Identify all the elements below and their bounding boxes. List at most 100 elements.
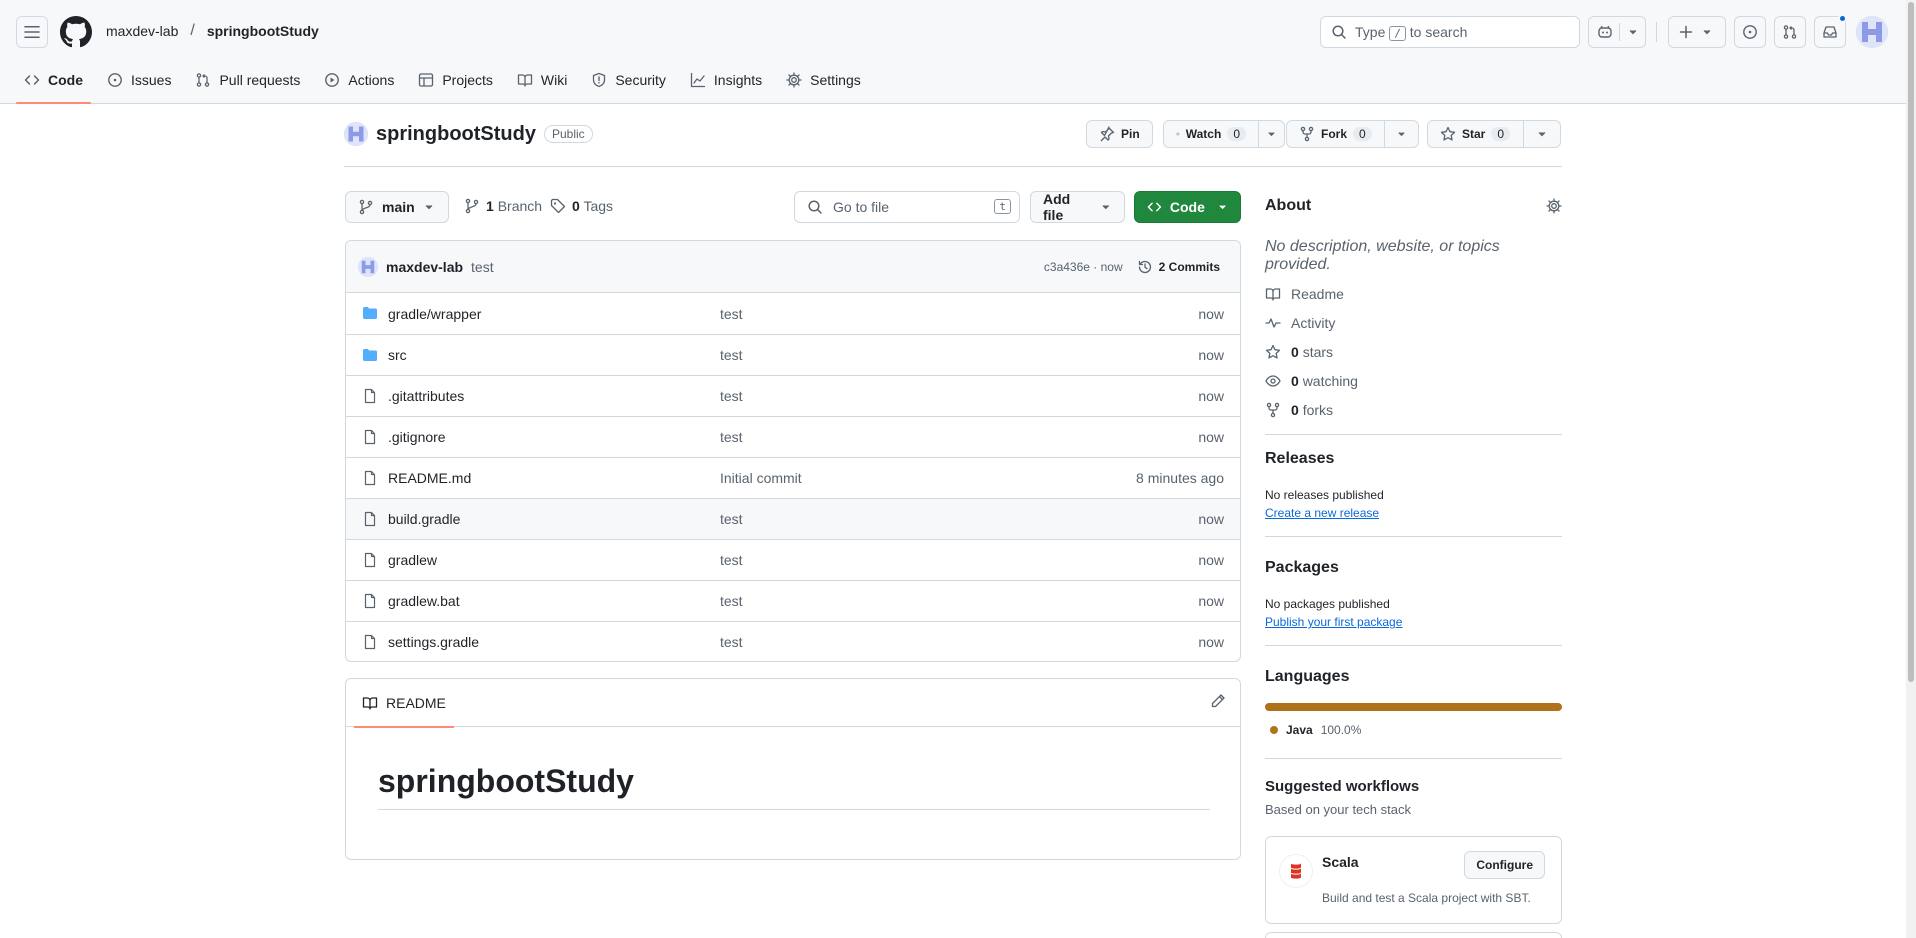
file-icon (362, 388, 378, 404)
search-icon (808, 200, 822, 214)
tags-link[interactable]: 0 Tags (550, 198, 613, 214)
commits-link[interactable]: 2 Commits (1137, 259, 1220, 275)
file-icon (362, 552, 378, 568)
fork-dropdown[interactable] (1385, 120, 1419, 148)
file-row[interactable]: gradlew test now (346, 539, 1240, 580)
repo-name[interactable]: springbootStudy (376, 123, 536, 146)
star-count: 0 (1491, 127, 1511, 141)
star-button[interactable]: Star 0 (1427, 120, 1524, 148)
watching-link[interactable]: 0 watching (1265, 373, 1358, 389)
pin-button[interactable]: Pin (1086, 120, 1153, 148)
commit-hash-time[interactable]: c3a436e · now (1044, 260, 1123, 274)
file-commit-message[interactable]: test (720, 429, 743, 445)
language-name: Java (1286, 723, 1313, 737)
tab-wiki[interactable]: Wiki (509, 64, 575, 96)
file-commit-message[interactable]: test (720, 552, 743, 568)
search-input[interactable]: Type / to search (1320, 16, 1580, 48)
tab-pull-requests[interactable]: Pull requests (187, 64, 308, 96)
chevron-down-icon (1268, 132, 1275, 137)
language-item[interactable]: Java 100.0% (1270, 723, 1361, 737)
fork-icon (1300, 126, 1314, 142)
branch-icon (465, 198, 479, 214)
copilot-button[interactable] (1588, 16, 1646, 48)
stars-count: 0 (1291, 344, 1299, 360)
tag-count: 0 (572, 198, 580, 214)
releases-heading[interactable]: Releases (1265, 450, 1334, 468)
commit-author-avatar[interactable] (358, 256, 378, 277)
breadcrumb-owner[interactable]: maxdev-lab (106, 23, 178, 39)
user-avatar[interactable] (1856, 16, 1888, 48)
file-commit-message[interactable]: Initial commit (720, 470, 802, 486)
fork-button[interactable]: Fork 0 (1286, 120, 1385, 148)
file-icon (362, 511, 378, 527)
readme-link[interactable]: Readme (1265, 286, 1344, 302)
create-release-link[interactable]: Create a new release (1265, 506, 1379, 520)
star-dropdown[interactable] (1524, 120, 1561, 148)
scrollbar-thumb[interactable] (1908, 2, 1914, 682)
tab-issues[interactable]: Issues (99, 64, 179, 96)
file-row[interactable]: src test now (346, 334, 1240, 375)
file-row[interactable]: build.gradle test now (346, 498, 1240, 539)
issues-button[interactable] (1734, 16, 1766, 48)
file-commit-message[interactable]: test (720, 593, 743, 609)
breadcrumb-repo[interactable]: springbootStudy (207, 23, 319, 39)
file-row[interactable]: settings.gradle test now (346, 621, 1240, 661)
tab-insights[interactable]: Insights (682, 64, 770, 96)
identicon-icon (358, 256, 378, 277)
create-new-button[interactable] (1668, 16, 1726, 48)
github-logo-icon[interactable] (60, 16, 92, 48)
stars-link[interactable]: 0 stars (1265, 344, 1333, 360)
tab-security[interactable]: Security (583, 64, 674, 96)
watch-dropdown[interactable] (1259, 120, 1285, 148)
add-file-button[interactable]: Add file (1030, 191, 1125, 223)
branches-link[interactable]: 1 Branch (464, 198, 542, 214)
file-row[interactable]: gradlew.bat test now (346, 580, 1240, 621)
file-name-link[interactable]: .gitattributes (388, 388, 464, 404)
file-name-link[interactable]: .gitignore (388, 429, 446, 445)
tab-actions[interactable]: Actions (316, 64, 402, 96)
book-icon (362, 697, 378, 710)
branch-select[interactable]: main (345, 191, 449, 223)
packages-heading[interactable]: Packages (1265, 559, 1339, 577)
file-row[interactable]: .gitignore test now (346, 416, 1240, 457)
file-commit-message[interactable]: test (720, 347, 743, 363)
tab-settings[interactable]: Settings (778, 64, 869, 96)
publish-package-link[interactable]: Publish your first package (1265, 615, 1402, 629)
file-name-link[interactable]: gradle/wrapper (388, 306, 481, 322)
pull-requests-button[interactable] (1774, 16, 1806, 48)
file-name-link[interactable]: build.gradle (388, 511, 460, 527)
file-row[interactable]: README.md Initial commit 8 minutes ago (346, 457, 1240, 498)
file-name-link[interactable]: README.md (388, 470, 471, 486)
configure-button[interactable]: Configure (1464, 851, 1545, 879)
tab-projects[interactable]: Projects (410, 64, 501, 96)
branch-name: main (382, 199, 415, 215)
forks-count: 0 (1291, 402, 1299, 418)
file-commit-message[interactable]: test (720, 511, 743, 527)
file-name-link[interactable]: src (388, 347, 407, 363)
fork-button-group: Fork 0 (1286, 120, 1419, 148)
forks-link[interactable]: 0 forks (1265, 402, 1333, 418)
tab-code[interactable]: Code (16, 64, 91, 104)
file-name-link[interactable]: settings.gradle (388, 634, 479, 650)
file-row[interactable]: gradle/wrapper test now (346, 293, 1240, 334)
watch-button[interactable]: Watch 0 (1163, 120, 1259, 148)
file-commit-message[interactable]: test (720, 388, 743, 404)
file-commit-message[interactable]: test (720, 634, 743, 650)
identicon-icon (1856, 16, 1888, 48)
commit-author[interactable]: maxdev-lab (386, 259, 463, 275)
commit-message[interactable]: test (471, 259, 494, 275)
menu-button[interactable] (16, 16, 48, 48)
code-button[interactable]: Code (1134, 191, 1241, 223)
notification-dot (1838, 14, 1847, 23)
chevron-down-icon (1398, 132, 1405, 137)
go-to-file-input[interactable]: Go to file t (794, 191, 1020, 223)
edit-about-button[interactable] (1546, 198, 1562, 214)
readme-tab[interactable]: README (354, 679, 454, 728)
file-name-link[interactable]: gradlew (388, 552, 437, 568)
edit-readme-button[interactable] (1210, 693, 1226, 709)
file-row[interactable]: .gitattributes test now (346, 375, 1240, 416)
activity-link[interactable]: Activity (1265, 315, 1335, 331)
file-name-link[interactable]: gradlew.bat (388, 593, 460, 609)
repo-navigation: Code Issues Pull requests Actions Projec… (16, 64, 877, 104)
file-commit-message[interactable]: test (720, 306, 743, 322)
